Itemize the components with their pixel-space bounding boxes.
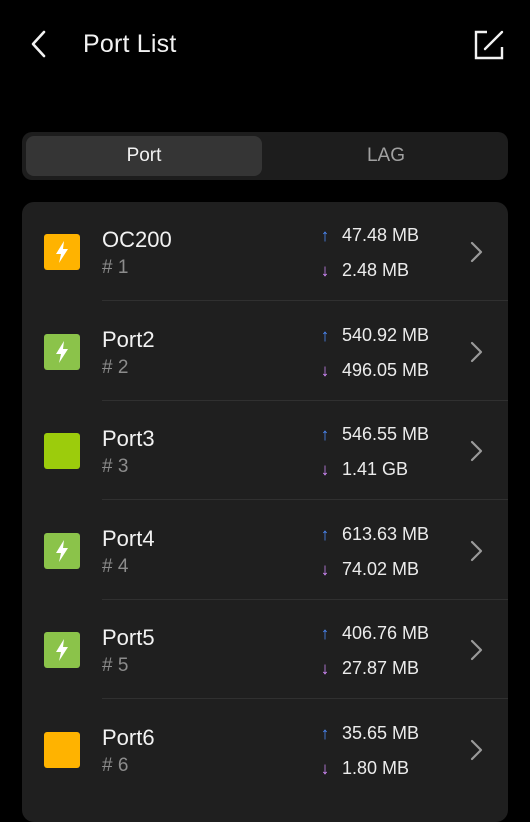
arrow-up-icon: ↑: [320, 425, 330, 444]
edit-button[interactable]: [470, 26, 508, 64]
chevron-right-icon: [470, 540, 483, 561]
download-traffic: ↓ 1.41 GB: [318, 457, 408, 482]
download-traffic: ↓ 2.48 MB: [318, 258, 409, 283]
port-status-indicator: [44, 632, 80, 668]
download-value: 496.05 MB: [342, 359, 430, 380]
port-row[interactable]: OC200 # 1 ↑ 47.48 MB ↓ 2.48 MB: [22, 202, 508, 301]
page-title: Port List: [83, 30, 177, 58]
chevron-left-icon: [31, 30, 46, 58]
port-name: Port2: [102, 326, 155, 352]
arrow-up-icon: ↑: [320, 226, 330, 245]
download-value: 2.48 MB: [342, 260, 410, 280]
arrow-down-icon: ↓: [320, 261, 330, 280]
tab-port[interactable]: Port: [26, 136, 262, 176]
chevron-right-icon: [470, 341, 483, 362]
port-row[interactable]: Port6 # 6 ↑ 35.65 MB ↓ 1.80 MB: [22, 700, 508, 799]
port-number: # 6: [102, 754, 129, 776]
back-button[interactable]: [22, 24, 58, 64]
arrow-down-icon: ↓: [320, 659, 330, 678]
port-name: Port6: [102, 724, 155, 750]
port-row[interactable]: Port5 # 5 ↑ 406.76 MB ↓ 27.87 MB: [22, 600, 508, 699]
upload-traffic: ↑ 47.48 MB: [318, 223, 419, 248]
port-number: # 4: [102, 555, 129, 577]
download-value: 74.02 MB: [342, 558, 420, 579]
lightning-icon: [56, 340, 68, 363]
port-name: Port4: [102, 525, 155, 551]
row-chevron: [469, 438, 485, 464]
row-chevron: [469, 538, 485, 564]
chevron-right-icon: [470, 241, 483, 263]
port-number: # 1: [102, 257, 129, 278]
row-chevron: [469, 737, 485, 763]
port-status-indicator: [44, 532, 80, 569]
port-status-indicator: [44, 433, 80, 469]
arrow-up-icon: ↑: [320, 723, 330, 743]
upload-traffic: ↑ 613.63 MB: [318, 522, 429, 547]
upload-value: 613.63 MB: [342, 523, 430, 544]
upload-value: 35.65 MB: [342, 722, 420, 743]
download-value: 27.87 MB: [342, 658, 420, 678]
chevron-right-icon: [470, 440, 483, 462]
port-number: # 3: [102, 456, 129, 477]
upload-value: 47.48 MB: [342, 225, 420, 245]
upload-traffic: ↑ 546.55 MB: [318, 422, 429, 447]
lightning-icon: [56, 639, 68, 661]
row-chevron: [469, 239, 485, 265]
arrow-down-icon: ↓: [320, 758, 330, 778]
download-value: 1.80 MB: [342, 757, 410, 778]
chevron-right-icon: [470, 639, 483, 661]
port-row[interactable]: Port4 # 4 ↑ 613.63 MB ↓ 74.02 MB: [22, 501, 508, 600]
arrow-up-icon: ↑: [320, 624, 330, 643]
upload-traffic: ↑ 406.76 MB: [318, 621, 429, 646]
arrow-down-icon: ↓: [320, 360, 330, 380]
arrow-down-icon: ↓: [320, 460, 330, 479]
row-chevron: [469, 637, 485, 663]
port-name: Port5: [102, 625, 155, 650]
upload-value: 546.55 MB: [342, 424, 430, 444]
chevron-right-icon: [470, 739, 483, 760]
port-name: OC200: [102, 227, 172, 252]
lightning-icon: [56, 241, 68, 263]
download-value: 1.41 GB: [342, 459, 409, 479]
row-chevron: [469, 339, 485, 365]
port-lag-tabs: Port LAG: [22, 132, 508, 180]
upload-traffic: ↑ 35.65 MB: [318, 721, 419, 746]
port-list: OC200 # 1 ↑ 47.48 MB ↓ 2.48 MB Port2 # 2 ↑ 540.92…: [22, 202, 508, 822]
tab-lag[interactable]: LAG: [268, 136, 504, 176]
lightning-icon: [56, 539, 68, 562]
port-number: # 2: [102, 356, 129, 378]
arrow-up-icon: ↑: [320, 524, 330, 544]
download-traffic: ↓ 27.87 MB: [318, 656, 419, 681]
upload-traffic: ↑ 540.92 MB: [318, 323, 429, 348]
port-status-indicator: [44, 731, 80, 768]
edit-square-icon: [474, 30, 504, 60]
port-status-indicator: [44, 333, 80, 370]
port-status-indicator: [44, 234, 80, 270]
port-row[interactable]: Port2 # 2 ↑ 540.92 MB ↓ 496.05 MB: [22, 302, 508, 401]
download-traffic: ↓ 1.80 MB: [318, 756, 409, 781]
port-name: Port3: [102, 426, 155, 451]
upload-value: 406.76 MB: [342, 623, 430, 643]
download-traffic: ↓ 74.02 MB: [318, 557, 419, 582]
download-traffic: ↓ 496.05 MB: [318, 358, 429, 383]
app-header: Port List: [0, 0, 530, 90]
upload-value: 540.92 MB: [342, 324, 430, 345]
port-number: # 5: [102, 655, 129, 676]
arrow-up-icon: ↑: [320, 325, 330, 345]
arrow-down-icon: ↓: [320, 559, 330, 579]
port-row[interactable]: Port3 # 3 ↑ 546.55 MB ↓ 1.41 GB: [22, 401, 508, 500]
